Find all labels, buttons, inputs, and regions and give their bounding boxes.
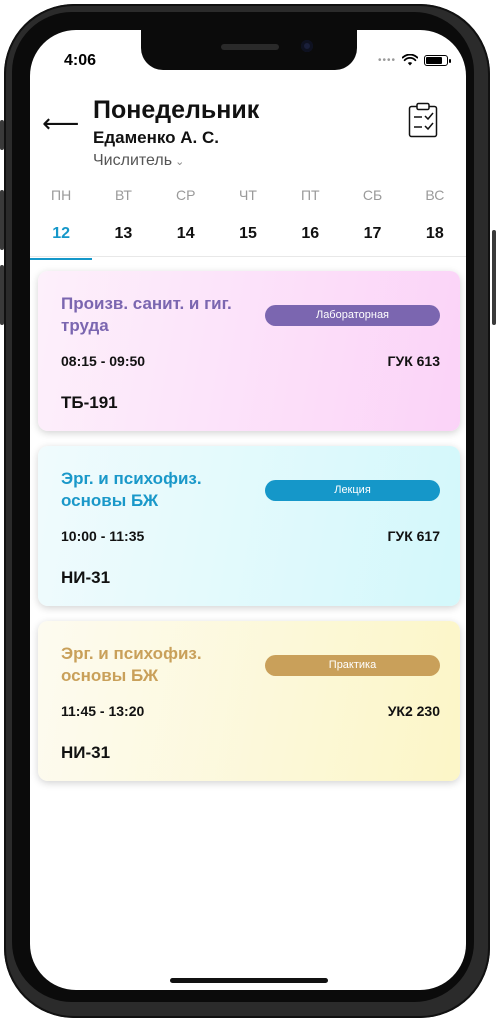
day-tab-mon[interactable]: ПН 12 — [30, 180, 93, 260]
status-icons: •••• — [377, 54, 451, 66]
day-tab-sat[interactable]: СБ 17 — [341, 180, 403, 258]
week-type-label: Числитель — [93, 152, 173, 169]
day-date: 13 — [114, 225, 133, 242]
lesson-group: НИ-31 — [61, 568, 111, 587]
speaker — [221, 44, 279, 50]
lesson-card[interactable]: Эрг. и психофиз. основы БЖ Практика 11:4… — [38, 621, 460, 781]
week-type-dropdown[interactable]: Числитель ⌄ — [93, 152, 184, 170]
day-date: 16 — [301, 225, 320, 242]
lesson-room: ГУК 613 — [387, 353, 440, 369]
week-day-selector: ПН 12 ВТ 13 СР 14 ЧТ 15 ПТ 16 СБ 17 ВС 18 — [30, 180, 466, 260]
battery-icon — [424, 54, 451, 66]
home-indicator[interactable] — [170, 978, 328, 983]
lesson-subject: Произв. санит. и гиг. труда — [61, 294, 232, 335]
day-date: 18 — [425, 225, 444, 242]
volume-up-button — [0, 190, 4, 250]
battery-fill — [426, 56, 443, 64]
volume-down-button — [0, 265, 4, 325]
day-name: СБ — [362, 187, 383, 203]
back-arrow-icon[interactable]: ⟵ — [42, 108, 79, 139]
screen: 4:06 •••• ⟵ Понедельник Едаменко А. С. Ч… — [30, 30, 466, 990]
page-title: Понедельник — [93, 96, 260, 124]
lesson-time: 08:15 - 09:50 — [61, 353, 146, 369]
clipboard-checklist-icon[interactable] — [408, 102, 438, 138]
mute-switch — [0, 120, 4, 150]
lesson-card[interactable]: Эрг. и психофиз. основы БЖ Лекция 10:00 … — [38, 446, 460, 606]
lesson-type-badge: Лабораторная — [265, 305, 440, 326]
lesson-card[interactable]: Произв. санит. и гиг. труда Лабораторная… — [38, 271, 460, 431]
chevron-down-icon: ⌄ — [175, 156, 185, 168]
day-tab-wed[interactable]: СР 14 — [155, 180, 217, 258]
lesson-subject: Эрг. и психофиз. основы БЖ — [61, 469, 202, 510]
day-date: 14 — [176, 225, 195, 242]
divider — [30, 256, 466, 257]
lesson-room: ГУК 617 — [387, 528, 440, 544]
lesson-room: УК2 230 — [387, 703, 440, 719]
day-name: ЧТ — [239, 187, 257, 203]
day-tab-tue[interactable]: ВТ 13 — [92, 180, 154, 258]
day-date: 15 — [239, 225, 257, 242]
front-camera — [301, 40, 313, 52]
lesson-type-badge: Практика — [265, 655, 440, 676]
power-button — [492, 230, 496, 325]
lesson-type-badge: Лекция — [265, 480, 440, 501]
wifi-icon — [402, 54, 418, 66]
lesson-time: 10:00 - 11:35 — [61, 528, 145, 544]
day-tab-thu[interactable]: ЧТ 15 — [217, 180, 279, 258]
day-name: ВС — [425, 187, 445, 203]
day-name: СР — [175, 187, 196, 203]
signal-dots-icon: •••• — [377, 54, 396, 66]
lesson-group: НИ-31 — [61, 743, 111, 762]
status-time: 4:06 — [64, 52, 97, 69]
lesson-group: ТБ-191 — [61, 393, 118, 412]
day-tab-fri[interactable]: ПТ 16 — [279, 180, 341, 258]
day-name: ВТ — [114, 187, 132, 203]
day-name: ПТ — [300, 187, 320, 203]
day-tab-sun[interactable]: ВС 18 — [404, 180, 466, 258]
day-date: 17 — [363, 225, 382, 242]
lesson-subject: Эрг. и психофиз. основы БЖ — [61, 644, 202, 685]
day-name: ПН — [51, 187, 72, 203]
lesson-time: 11:45 - 13:20 — [61, 703, 145, 719]
teacher-name: Едаменко А. С. — [93, 128, 219, 147]
notch — [141, 30, 357, 70]
day-date: 12 — [52, 225, 71, 242]
